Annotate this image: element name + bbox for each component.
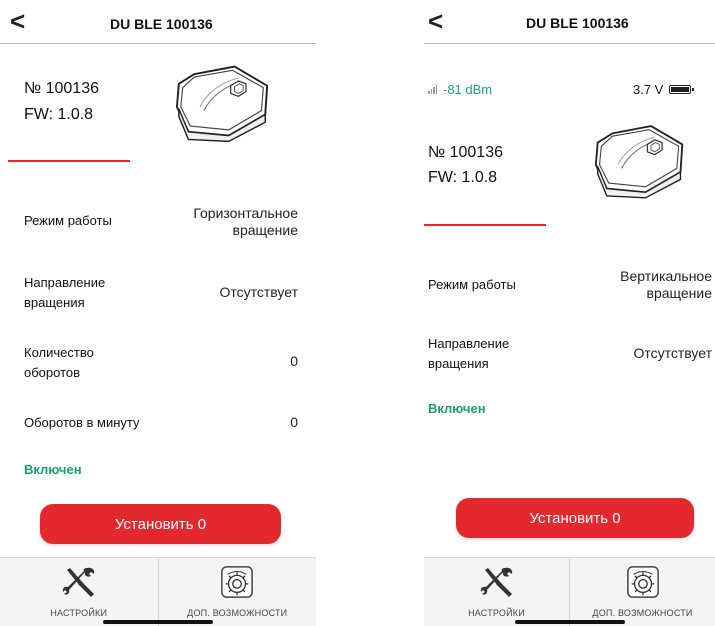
tab-settings[interactable]: НАСТРОЙКИ xyxy=(0,558,158,626)
wrench-screwdriver-icon xyxy=(61,566,97,598)
home-indicator xyxy=(514,620,625,624)
gear-icon xyxy=(220,565,254,599)
set-zero-button[interactable]: Установить 0 xyxy=(456,498,694,538)
firmware-version: FW: 1.0.8 xyxy=(24,106,94,123)
page-title: DU BLE 100136 xyxy=(110,16,213,32)
tab-settings-label: НАСТРОЙКИ xyxy=(50,608,108,618)
voltage-indicator: 3.7 V xyxy=(633,82,695,97)
row-label-revolutions: Количество оборотов xyxy=(24,345,94,380)
signal-bars-icon xyxy=(428,84,437,94)
signal-value: -81 dBm xyxy=(443,82,493,97)
back-button[interactable]: < xyxy=(10,6,25,36)
signal-strength: -81 dBm xyxy=(428,82,492,97)
bottom-tab-bar: НАСТРОЙКИ ДОП. ВОЗМОЖНОСТИ xyxy=(424,557,715,626)
back-button[interactable]: < xyxy=(428,6,443,36)
battery-icon xyxy=(669,85,695,94)
device-number: № 100136 xyxy=(428,144,503,161)
home-indicator xyxy=(103,620,213,624)
chevron-left-icon: < xyxy=(10,6,26,36)
device-number: № 100136 xyxy=(24,80,99,97)
tab-extra-features-label: ДОП. ВОЗМОЖНОСТИ xyxy=(187,608,288,618)
set-zero-button-label: Установить 0 xyxy=(529,509,621,527)
row-label-direction: Направление вращения xyxy=(24,275,106,310)
set-zero-button[interactable]: Установить 0 xyxy=(40,504,281,544)
status-label: Включен xyxy=(24,462,82,477)
status-label: Включен xyxy=(428,401,486,416)
row-value-revolutions: 0 xyxy=(290,353,298,369)
gear-icon xyxy=(626,565,660,599)
tab-extra-features[interactable]: ДОП. ВОЗМОЖНОСТИ xyxy=(157,558,317,626)
row-label-direction: Направление вращения xyxy=(428,336,510,371)
voltage-value: 3.7 V xyxy=(633,82,664,97)
row-value-mode[interactable]: Вертикальное вращение xyxy=(584,268,712,302)
left-phone-screen: < DU BLE 100136 № 100136 FW: 1.0.8 Режим… xyxy=(0,0,316,626)
row-value-mode[interactable]: Горизонтальное вращение xyxy=(170,205,298,239)
row-value-direction[interactable]: Отсутствует xyxy=(584,345,712,362)
red-divider xyxy=(424,224,546,226)
header: < DU BLE 100136 xyxy=(424,0,715,44)
chevron-left-icon: < xyxy=(428,6,444,36)
row-label-mode: Режим работы xyxy=(428,277,516,292)
tab-extra-features[interactable]: ДОП. ВОЗМОЖНОСТИ xyxy=(569,558,715,626)
bottom-tab-bar: НАСТРОЙКИ ДОП. ВОЗМОЖНОСТИ xyxy=(0,557,316,626)
red-divider xyxy=(8,160,130,162)
device-image xyxy=(175,58,271,148)
right-phone-screen: < DU BLE 100136 -81 dBm 3.7 V № 100136 F… xyxy=(424,0,715,626)
header: < DU BLE 100136 xyxy=(0,0,316,44)
tab-extra-features-label: ДОП. ВОЗМОЖНОСТИ xyxy=(592,608,693,618)
row-label-mode: Режим работы xyxy=(24,213,112,228)
tab-settings-label: НАСТРОЙКИ xyxy=(468,608,525,618)
firmware-version: FW: 1.0.8 xyxy=(428,169,498,186)
row-value-direction[interactable]: Отсутствует xyxy=(170,284,298,301)
page-title: DU BLE 100136 xyxy=(526,15,629,31)
tab-settings[interactable]: НАСТРОЙКИ xyxy=(424,558,569,626)
row-value-rpm: 0 xyxy=(290,414,298,430)
row-label-rpm: Оборотов в минуту xyxy=(24,415,140,430)
set-zero-button-label: Установить 0 xyxy=(114,515,207,533)
wrench-screwdriver-icon xyxy=(479,566,515,598)
device-image xyxy=(594,118,686,204)
